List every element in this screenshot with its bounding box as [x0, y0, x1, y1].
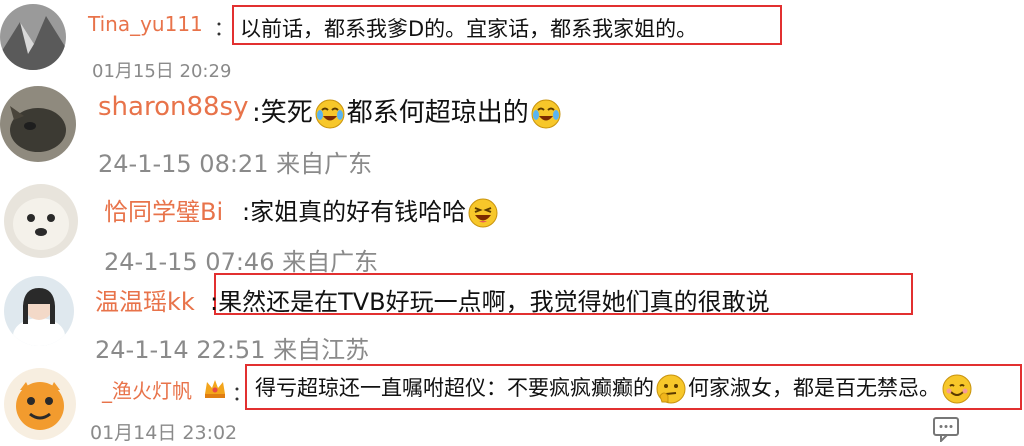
comment-text: 得亏超琼还一直嘱咐超仪：不要疯疯癫癫的 何家淑女，都是百无禁忌。	[255, 372, 974, 404]
comment-text: 以前话，都系我爹D的。宜家话，都系我家姐的。	[240, 17, 698, 41]
time: 24-1-15 07:46	[104, 248, 275, 276]
comment-time: 24-1-14 22:51 来自江苏	[95, 330, 369, 365]
smile-icon	[942, 374, 972, 404]
location: 来自江苏	[273, 336, 370, 364]
comment-time: 01月14日 23:02	[90, 422, 238, 444]
comment-text-part: 何家淑女，都是百无禁忌。	[688, 376, 940, 400]
comment-time: 24-1-15 08:21 来自广东	[98, 144, 372, 179]
avatar[interactable]	[4, 276, 74, 346]
username[interactable]: Tina_yu111	[88, 12, 203, 36]
username[interactable]: 温温瑶kk	[95, 282, 195, 317]
location: 来自广东	[282, 248, 379, 276]
comment-text-part: 都系何超琼出的	[346, 98, 529, 128]
username[interactable]: _渔火灯帆	[102, 375, 192, 404]
laugh-cry-icon	[315, 99, 345, 129]
location: 来自广东	[276, 150, 373, 178]
crown-icon	[202, 376, 228, 404]
comment-text-part: 得亏超琼还一直嘱咐超仪：不要疯疯癫癫的	[255, 376, 654, 400]
comment-text: :笑死 都系何超琼出的	[252, 92, 563, 129]
avatar[interactable]	[4, 368, 76, 440]
separator: :	[242, 198, 251, 226]
laugh-cry-icon	[531, 99, 561, 129]
time: 24-1-15 08:21	[98, 150, 269, 178]
comment-text-part: 果然还是在TVB好玩一点啊，我觉得她们真的很敢说	[218, 288, 770, 316]
comment-text-part: 笑死	[260, 98, 313, 128]
time: 24-1-14 22:51	[95, 336, 266, 364]
comment-text: :家姐真的好有钱哈哈	[242, 192, 500, 228]
avatar[interactable]	[4, 184, 78, 258]
username[interactable]: 恰同学璧Bi	[104, 192, 223, 227]
avatar[interactable]	[0, 86, 76, 162]
comment-time: 01月15日 20:29	[92, 61, 232, 82]
comment-text: :果然还是在TVB好玩一点啊，我觉得她们真的很敢说	[210, 282, 770, 317]
comment-time: 24-1-15 07:46 来自广东	[104, 242, 378, 277]
reply-icon[interactable]	[932, 416, 960, 446]
comment-text-part: 家姐真的好有钱哈哈	[250, 198, 467, 226]
separator: :	[210, 288, 219, 316]
thinking-icon	[656, 374, 686, 404]
separator: ：	[214, 16, 234, 40]
avatar[interactable]	[0, 4, 66, 70]
username[interactable]: sharon88sy	[98, 92, 248, 122]
separator: :	[252, 98, 261, 128]
laughing-icon	[468, 198, 498, 228]
